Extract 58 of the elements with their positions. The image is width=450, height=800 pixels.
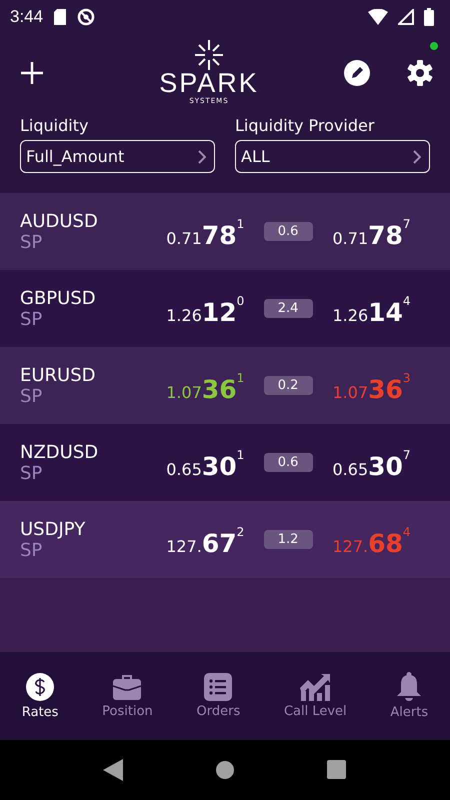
spread-badge: 1.2: [264, 530, 312, 549]
edit-icon[interactable]: [344, 60, 370, 86]
rate-row[interactable]: EURUSD SP 1.0736$^{1}$ 0.2 1.0736$^{3}$: [0, 347, 450, 424]
add-icon[interactable]: [20, 61, 44, 85]
instrument-type: SP: [20, 386, 44, 406]
rate-row[interactable]: NZDUSD SP 0.6530$^{1}$ 0.6 0.6530$^{7}$: [0, 424, 450, 501]
settings-icon[interactable]: [406, 59, 434, 87]
nav-tab[interactable]: Orders: [196, 673, 240, 719]
nav-tab[interactable]: Call Level: [284, 673, 347, 719]
bid-price[interactable]: 127.67$^{2}$: [166, 529, 264, 558]
star-burst-icon: [192, 40, 226, 70]
nav-tab[interactable]: Position: [102, 673, 153, 719]
nav-tab[interactable]: Rates: [22, 672, 58, 720]
logo-title: SPARK: [159, 70, 259, 96]
bid-price[interactable]: 1.26 12$^{0}$: [166, 298, 264, 327]
currency-pair: NZDUSD: [20, 442, 100, 462]
signal-icon: [398, 9, 414, 25]
growth-chart-icon: [299, 673, 332, 701]
wifi-icon: [368, 9, 388, 25]
nav-tab[interactable]: Alerts: [390, 672, 428, 720]
rate-row[interactable]: AUDUSD SP 0.7178$^{1}$ 0.6 0.7178$^{7}$: [0, 193, 450, 270]
currency-pair: AUDUSD: [20, 210, 99, 232]
list-icon: [204, 673, 232, 701]
dollar-icon: [25, 672, 56, 702]
briefcase-icon: [112, 673, 142, 701]
chevron-icon: [413, 150, 421, 164]
currency-pair: USDJPY: [20, 518, 86, 540]
recents-icon[interactable]: [327, 760, 347, 780]
ask-price[interactable]: 0.6530$^{7}$: [332, 452, 430, 481]
bell-icon: [396, 672, 422, 702]
rate-row[interactable]: GBPUSD SP 1.26 12$^{0}$ 2.4 1.26 14$^{4}$: [0, 270, 450, 347]
sd-card-icon: [53, 8, 68, 26]
currency-pair: EURUSD: [20, 364, 97, 386]
spread-badge: 0.6: [264, 222, 312, 241]
ask-price[interactable]: 0.7178$^{7}$: [332, 221, 430, 250]
battery-icon: [424, 8, 434, 26]
filter-label: Liquidity: [20, 116, 90, 135]
circle-slash-icon: [77, 8, 96, 26]
dropdown-field[interactable]: Full_Amount: [20, 140, 215, 173]
chevron-icon: [198, 150, 206, 164]
dropdown-field[interactable]: ALL: [235, 140, 430, 173]
spread-badge: 2.4: [264, 299, 312, 318]
bid-price[interactable]: 1.0736$^{1}$: [166, 375, 264, 404]
instrument-type: SP: [20, 308, 44, 330]
currency-pair: GBPUSD: [20, 288, 97, 308]
home-icon[interactable]: [215, 760, 235, 780]
status-time: 3:44: [10, 7, 44, 27]
bid-price[interactable]: 0.6530$^{1}$: [166, 452, 264, 481]
spread-badge: 0.6: [264, 453, 312, 472]
instrument-type: SP: [20, 232, 44, 252]
spread-badge: 0.2: [264, 376, 312, 395]
instrument-type: SP: [20, 462, 44, 484]
ask-price[interactable]: 1.26 14$^{4}$: [332, 298, 430, 327]
rate-row[interactable]: USDJPY SP 127.67$^{2}$ 1.2 127.68$^{4}$: [0, 501, 450, 578]
instrument-type: SP: [20, 540, 44, 560]
back-icon[interactable]: [103, 759, 123, 781]
filter-label: Liquidity Provider: [235, 116, 376, 135]
bid-price[interactable]: 0.7178$^{1}$: [166, 221, 264, 250]
